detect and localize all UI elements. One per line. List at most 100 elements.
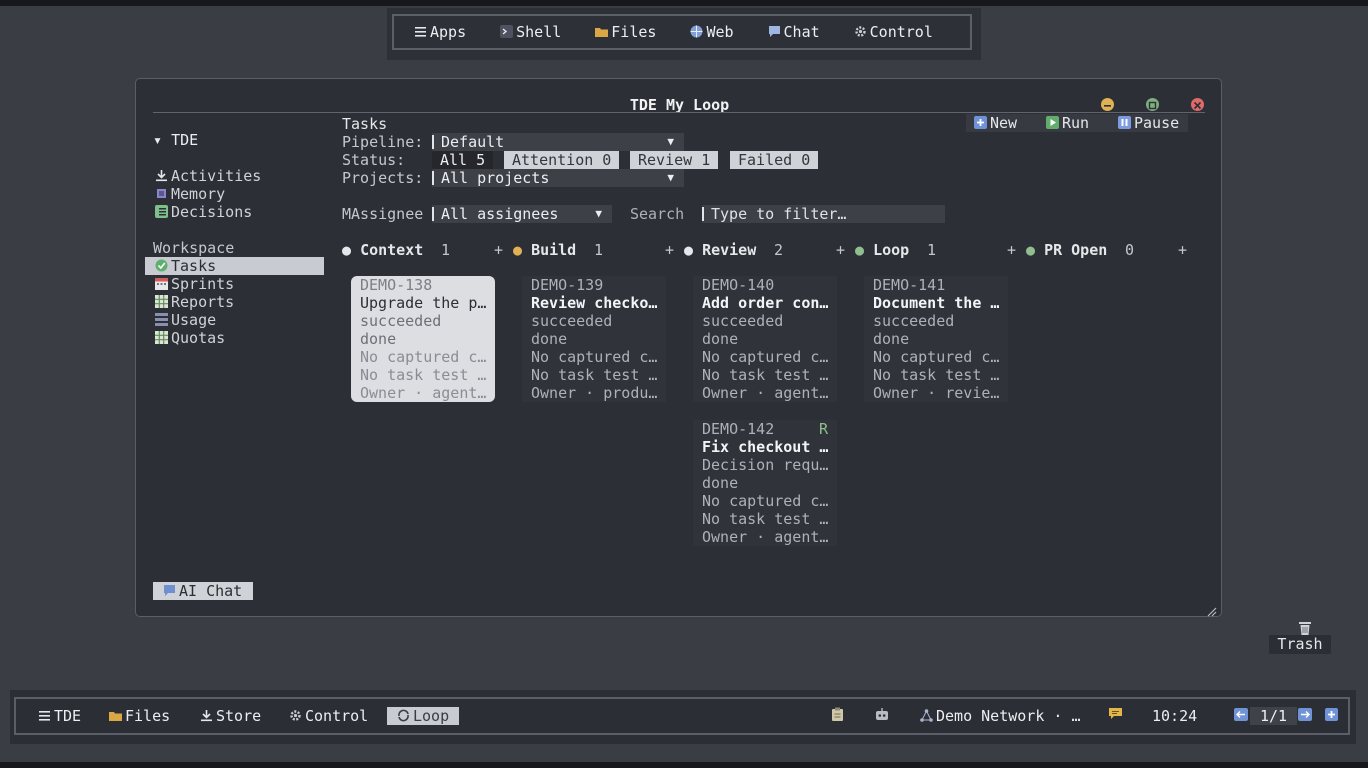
ai-chat-button[interactable]: AI Chat — [153, 582, 253, 600]
status-dot-icon: ● — [684, 241, 694, 259]
launcher-control[interactable]: Control — [854, 23, 933, 41]
add-loop-button[interactable]: + — [1007, 241, 1016, 259]
sidebar-group-tde[interactable]: ▾ TDE — [153, 131, 198, 149]
card-state: done — [702, 474, 739, 492]
chevron-down-icon: ▼ — [667, 171, 674, 184]
status-chip-all[interactable]: All 5 — [432, 151, 494, 169]
status-dot-icon: ● — [1026, 241, 1036, 259]
status-chip-failed[interactable]: Failed 0 — [730, 151, 819, 169]
calendar-icon — [155, 276, 168, 290]
search-input[interactable]: Type to filter… — [702, 205, 945, 223]
run-button[interactable]: Run — [1046, 114, 1089, 132]
task-card-demo-142[interactable]: DEMO-142 R Fix checkout … Decision requ… … — [693, 420, 837, 546]
sidebar-item-tasks[interactable]: Tasks — [155, 257, 216, 275]
sidebar-item-quotas[interactable]: Quotas — [155, 329, 225, 347]
taskbar-loop[interactable]: Loop — [387, 707, 459, 725]
workspace-prev-icon[interactable] — [1234, 707, 1248, 725]
status-label: Status: — [342, 151, 406, 169]
launcher-files[interactable]: Files — [595, 23, 656, 41]
assignee-label: MAssignee — [342, 205, 424, 223]
loop-icon — [397, 708, 410, 722]
workspace-next-icon[interactable] — [1298, 707, 1312, 725]
plus-icon — [974, 115, 987, 129]
pipeline-select[interactable]: Default ▼ — [432, 133, 684, 151]
sidebar-item-memory[interactable]: Memory — [155, 185, 225, 203]
grid-icon — [155, 330, 168, 344]
card-id: DEMO-140 — [702, 276, 775, 294]
sidebar-item-activities[interactable]: Activities — [155, 167, 261, 185]
new-button[interactable]: New — [974, 114, 1017, 132]
menu-icon — [414, 24, 427, 37]
card-owner: Owner · revie… — [873, 384, 1000, 402]
chat-icon — [163, 583, 176, 596]
card-captured: No captured c… — [702, 492, 829, 510]
assignee-select[interactable]: All assignees ▼ — [432, 205, 612, 223]
taskbar-store[interactable]: Store — [200, 707, 261, 725]
card-status: succeeded — [702, 312, 784, 330]
maximize-button[interactable] — [1146, 98, 1159, 111]
task-card-demo-139[interactable]: DEMO-139 Review checko… succeeded done N… — [522, 276, 666, 402]
notifications-icon[interactable] — [1108, 707, 1123, 725]
projects-select[interactable]: All projects ▼ — [432, 169, 684, 187]
column-header-review: ● Review 2 — [684, 241, 784, 259]
network-status[interactable]: Demo Network · … — [920, 707, 1081, 725]
card-status: Decision requ… — [702, 456, 829, 474]
loop-window: TDE My Loop ▾ TDE Activities Memory Deci… — [135, 78, 1222, 617]
launcher-chat[interactable]: Chat — [768, 23, 820, 41]
review-flag: R — [819, 420, 829, 438]
card-tests: No task test … — [702, 510, 829, 528]
search-label: Search — [630, 205, 685, 223]
pause-button[interactable]: Pause — [1118, 114, 1179, 132]
card-owner: Owner · agent… — [360, 384, 487, 402]
minimize-button[interactable] — [1101, 98, 1114, 111]
checklist-icon — [155, 204, 168, 218]
card-title: Upgrade the p… — [360, 294, 487, 312]
close-button[interactable] — [1191, 98, 1204, 111]
clipboard-icon[interactable] — [831, 707, 844, 725]
gear-icon — [854, 24, 867, 37]
sidebar-item-usage[interactable]: Usage — [155, 311, 216, 329]
folder-icon — [595, 24, 609, 37]
add-context-button[interactable]: + — [494, 241, 503, 259]
terminal-icon — [500, 24, 514, 38]
card-status: succeeded — [360, 312, 442, 330]
add-build-button[interactable]: + — [665, 241, 674, 259]
gear-icon — [289, 708, 302, 721]
pause-icon — [1118, 115, 1131, 129]
menu-icon — [38, 708, 51, 721]
chevron-down-icon: ▼ — [667, 135, 674, 148]
status-chip-review[interactable]: Review 1 — [630, 151, 719, 169]
card-status: succeeded — [531, 312, 613, 330]
bottom-edge — [0, 762, 1368, 768]
globe-icon — [690, 24, 703, 38]
taskbar-control[interactable]: Control — [289, 707, 368, 725]
sidebar-item-sprints[interactable]: Sprints — [155, 275, 234, 293]
resize-grip-icon[interactable] — [1207, 603, 1217, 621]
task-card-demo-138[interactable]: DEMO-138 Upgrade the p… succeeded done N… — [351, 276, 495, 402]
status-chip-attention[interactable]: Attention 0 — [504, 151, 620, 169]
download-icon — [155, 168, 168, 182]
launcher-apps[interactable]: Apps — [414, 23, 466, 41]
task-card-demo-140[interactable]: DEMO-140 Add order con… succeeded done N… — [693, 276, 837, 402]
launcher-web[interactable]: Web — [690, 23, 734, 41]
column-header-build: ● Build 1 — [513, 241, 604, 259]
add-review-button[interactable]: + — [836, 241, 845, 259]
card-captured: No captured c… — [531, 348, 658, 366]
taskbar-tde[interactable]: TDE — [38, 707, 81, 725]
sidebar-item-decisions[interactable]: Decisions — [155, 203, 252, 221]
card-tests: No task test … — [873, 366, 1000, 384]
robot-icon[interactable] — [875, 707, 889, 725]
taskbar-files[interactable]: Files — [109, 707, 170, 725]
card-title: Review checko… — [531, 294, 658, 312]
add-pr-open-button[interactable]: + — [1178, 241, 1187, 259]
card-status: succeeded — [873, 312, 955, 330]
launcher-inner: Apps Shell Files Web Chat Control — [392, 14, 972, 50]
grid-icon — [155, 294, 168, 308]
trash-label[interactable]: Trash — [1269, 635, 1331, 654]
add-workspace-icon[interactable] — [1325, 707, 1338, 725]
task-card-demo-141[interactable]: DEMO-141 Document the … succeeded done N… — [864, 276, 1008, 402]
launcher-shell[interactable]: Shell — [500, 23, 561, 41]
card-id: DEMO-139 — [531, 276, 604, 294]
card-title: Document the … — [873, 294, 1000, 312]
sidebar-item-reports[interactable]: Reports — [155, 293, 234, 311]
